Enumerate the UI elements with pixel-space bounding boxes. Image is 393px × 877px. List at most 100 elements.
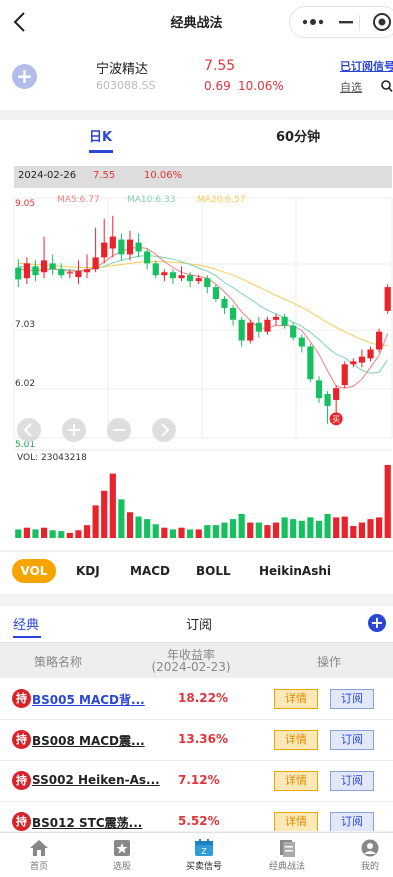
zoom-out-button[interactable]: [107, 418, 131, 442]
tab-subscribe[interactable]: 订阅: [186, 614, 212, 633]
ma5-path: [18, 246, 389, 389]
subscribe-button[interactable]: 订阅: [330, 812, 374, 831]
volume-bar: [384, 465, 391, 538]
col-return-date: (2024-02-23): [151, 660, 231, 674]
volume-bar: [229, 519, 237, 538]
candle: [75, 271, 82, 278]
ma5-label: MA5:6.77: [57, 195, 100, 205]
candle: [281, 316, 288, 326]
volume-bar: [152, 524, 159, 538]
kline-chart[interactable]: MA5:6.77 MA10:6.33 MA20:6.57 9.05 7.03 6…: [0, 120, 393, 550]
stock-header: + 宁波精达 603088.SS 7.55 0.69 10.06% 已订阅信号 …: [0, 44, 393, 110]
subscribed-signal-link[interactable]: 已订阅信号: [340, 58, 393, 74]
candle: [195, 278, 202, 282]
zoom-in-button[interactable]: [62, 418, 86, 442]
minimize-icon[interactable]: [336, 7, 356, 37]
indicator-tabs: VOL KDJ MACD BOLL HeikinAshi: [0, 552, 393, 594]
volume-bar: [281, 517, 288, 538]
volume-bar: [324, 513, 331, 538]
scroll-right-button[interactable]: [152, 418, 176, 442]
stock-code: 603088.SS: [96, 79, 156, 92]
candle: [161, 272, 168, 276]
scroll-left-button[interactable]: [17, 418, 41, 442]
detail-button[interactable]: 详情: [274, 812, 318, 831]
axis-label-top: 9.05: [15, 199, 35, 209]
detail-button[interactable]: 详情: [274, 689, 318, 709]
subscribe-button[interactable]: 订阅: [330, 771, 374, 791]
nav-mine[interactable]: 我的: [331, 833, 393, 877]
calendar-signal-icon: Z: [195, 839, 213, 856]
nav-classic-tactics[interactable]: 经典战法: [248, 833, 326, 877]
volume-bar: [178, 527, 185, 538]
ma20-path: [18, 261, 388, 346]
close-target-icon[interactable]: [370, 7, 393, 37]
candle: [178, 275, 185, 279]
candle: [341, 364, 348, 386]
candle: [187, 275, 194, 282]
volume-bar: [195, 529, 202, 538]
nav-stock-pick[interactable]: 选股: [83, 833, 161, 877]
ma20-line: [18, 261, 388, 346]
strategy-name-link[interactable]: BS005 MACD背...: [32, 691, 145, 708]
self-select-link[interactable]: 自选: [340, 79, 362, 95]
candle: [350, 361, 357, 365]
annual-return: 7.12%: [178, 773, 220, 787]
more-icon[interactable]: [300, 7, 326, 37]
volume-bar: [358, 522, 366, 538]
volume-bar: [92, 505, 99, 538]
strategy-name-link[interactable]: BS012 STC震荡...: [32, 814, 142, 831]
add-strategy-button[interactable]: +: [368, 614, 386, 632]
volume-bar: [247, 522, 254, 538]
candle: [238, 319, 245, 341]
ma10-path: [18, 255, 389, 374]
candle: [15, 267, 22, 280]
candle: [40, 260, 48, 273]
candle: [324, 394, 331, 406]
nav-home[interactable]: 首页: [0, 833, 78, 877]
table-row: 持 BS008 MACD震... 13.36% 详情 订阅: [0, 720, 393, 761]
axis-label-mid1: 7.03: [15, 320, 35, 330]
strategy-name-link[interactable]: SS002 Heiken-As...: [32, 773, 160, 787]
candle: [152, 263, 159, 276]
table-row: 持 SS002 Heiken-As... 7.12% 详情 订阅: [0, 761, 393, 802]
volume-bar: [118, 499, 125, 538]
strategy-name-link[interactable]: BS008 MACD震...: [32, 732, 145, 749]
volume-bars: [15, 465, 391, 538]
add-stock-icon[interactable]: +: [12, 64, 37, 89]
nav-trade-signal[interactable]: Z 买卖信号: [165, 833, 243, 877]
capsule-divider: [359, 15, 360, 31]
candle: [135, 242, 142, 252]
detail-button[interactable]: 详情: [274, 730, 318, 750]
detail-button[interactable]: 详情: [274, 771, 318, 791]
bottom-nav: 首页 选股 Z 买卖信号 经典战法 我的: [0, 832, 393, 877]
candle: [32, 266, 39, 276]
home-icon: [30, 840, 48, 856]
tab-boll[interactable]: BOLL: [196, 564, 231, 578]
volume-bar: [15, 529, 22, 538]
candle: [169, 272, 177, 279]
table-row: 持 BS005 MACD背... 18.22% 详情 订阅: [0, 679, 393, 720]
axis-label-mid2: 6.02: [15, 379, 35, 389]
star-box-icon: [114, 840, 130, 856]
tab-heikinashi[interactable]: HeikinAshi: [259, 564, 331, 578]
subscribe-button[interactable]: 订阅: [330, 689, 374, 709]
volume-label: VOL: 23043218: [17, 453, 87, 463]
svg-text:Z: Z: [201, 847, 207, 856]
nav-label: 我的: [360, 862, 379, 872]
search-icon[interactable]: [381, 79, 393, 93]
candle: [212, 287, 219, 299]
tab-vol[interactable]: VOL: [12, 559, 56, 583]
volume-bar: [75, 530, 82, 538]
hold-badge: 持: [12, 689, 31, 708]
tab-kdj[interactable]: KDJ: [76, 564, 100, 578]
tab-classic-indicator: [13, 636, 41, 638]
tab-classic[interactable]: 经典: [13, 614, 39, 633]
volume-bar: [255, 522, 262, 538]
volume-bar: [315, 520, 323, 538]
ma10-line: [18, 255, 389, 374]
candle: [66, 272, 73, 274]
tab-macd[interactable]: MACD: [130, 564, 170, 578]
user-icon: [361, 839, 379, 857]
subscribe-button[interactable]: 订阅: [330, 730, 374, 750]
strategy-list-card: 经典 订阅 + 策略名称 年收益率 (2024-02-23) 操作 持 BS00…: [0, 606, 393, 831]
